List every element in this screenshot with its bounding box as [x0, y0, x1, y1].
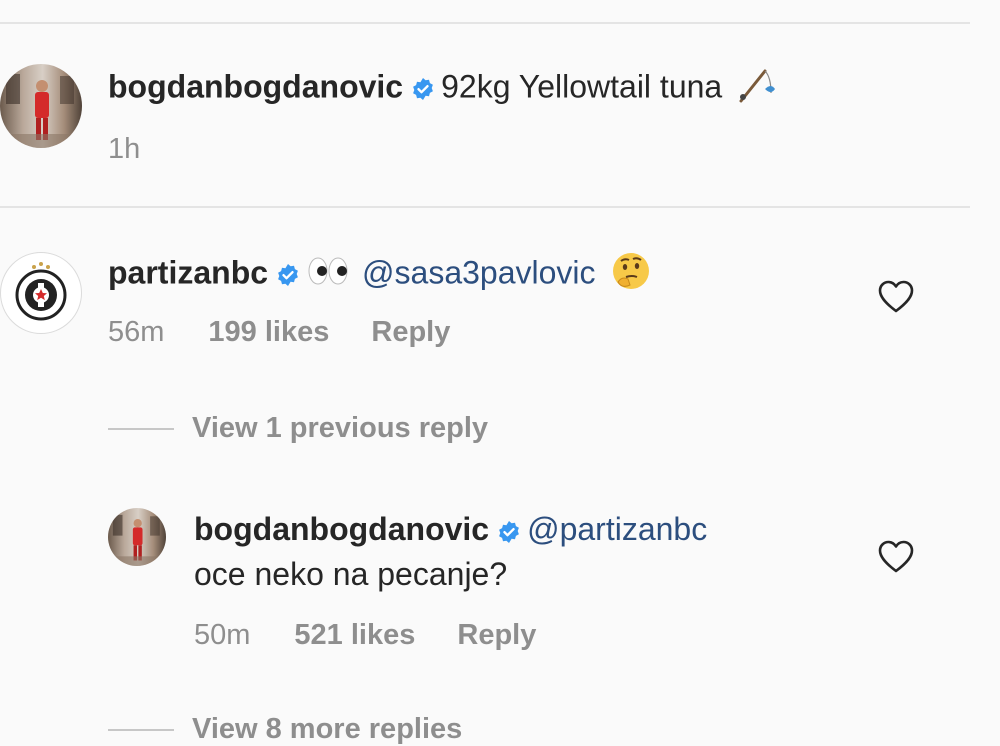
caption-time: 1h — [108, 133, 141, 165]
partizan-comment-line: partizanbc @sasa3pavlovic — [108, 250, 652, 300]
view-previous-label: View 1 previous reply — [192, 412, 489, 444]
caption-line: bogdanbogdanovic 92kg Yellowtail tuna — [108, 67, 779, 111]
partizan-meta: 56m 199 likes Reply — [108, 315, 450, 349]
caption-username[interactable]: bogdanbogdanovic — [108, 68, 403, 104]
like-heart-icon[interactable] — [878, 540, 914, 574]
partizan-logo-icon — [15, 262, 67, 321]
player-photo-icon — [0, 74, 82, 148]
like-heart-icon[interactable] — [878, 280, 914, 314]
mention-partizanbc-link[interactable]: @partizanbc — [527, 511, 707, 547]
view-more-label: View 8 more replies — [192, 713, 463, 745]
mention-sasa3pavlovic-link[interactable]: @sasa3pavlovic — [362, 254, 595, 290]
reply-text: oce neko na pecanje? — [194, 556, 508, 592]
reply-time: 50m — [194, 619, 251, 651]
reply-likes[interactable]: 521 likes — [294, 619, 415, 651]
partizan-username[interactable]: partizanbc — [108, 254, 268, 290]
fishing-pole-icon — [737, 67, 779, 111]
partizan-reply-button[interactable]: Reply — [371, 316, 450, 348]
reply-reply-button[interactable]: Reply — [457, 619, 536, 651]
verified-badge-icon — [497, 514, 521, 552]
verified-badge-icon — [276, 257, 300, 295]
view-previous-replies-button[interactable]: View 1 previous reply — [108, 411, 488, 445]
caption-text: 92kg Yellowtail tuna — [441, 68, 723, 105]
eyes-icon — [306, 256, 350, 294]
thinking-face-icon — [610, 250, 652, 300]
player-photo-icon — [108, 514, 166, 566]
reply-meta: 50m 521 likes Reply — [194, 618, 536, 652]
caption-divider — [0, 206, 970, 208]
reply-avatar[interactable] — [108, 508, 166, 566]
partizan-time: 56m — [108, 316, 165, 348]
view-replies-dash — [108, 729, 174, 732]
view-replies-dash — [108, 428, 174, 431]
view-more-replies-button[interactable]: View 8 more replies — [108, 712, 462, 746]
caption-avatar[interactable] — [0, 64, 82, 148]
verified-badge-icon — [411, 71, 435, 109]
top-divider — [0, 22, 970, 24]
reply-username[interactable]: bogdanbogdanovic — [194, 511, 489, 547]
reply-line: bogdanbogdanovic @partizanbc — [194, 510, 707, 552]
partizan-avatar[interactable] — [0, 252, 82, 334]
partizan-likes[interactable]: 199 likes — [208, 316, 329, 348]
